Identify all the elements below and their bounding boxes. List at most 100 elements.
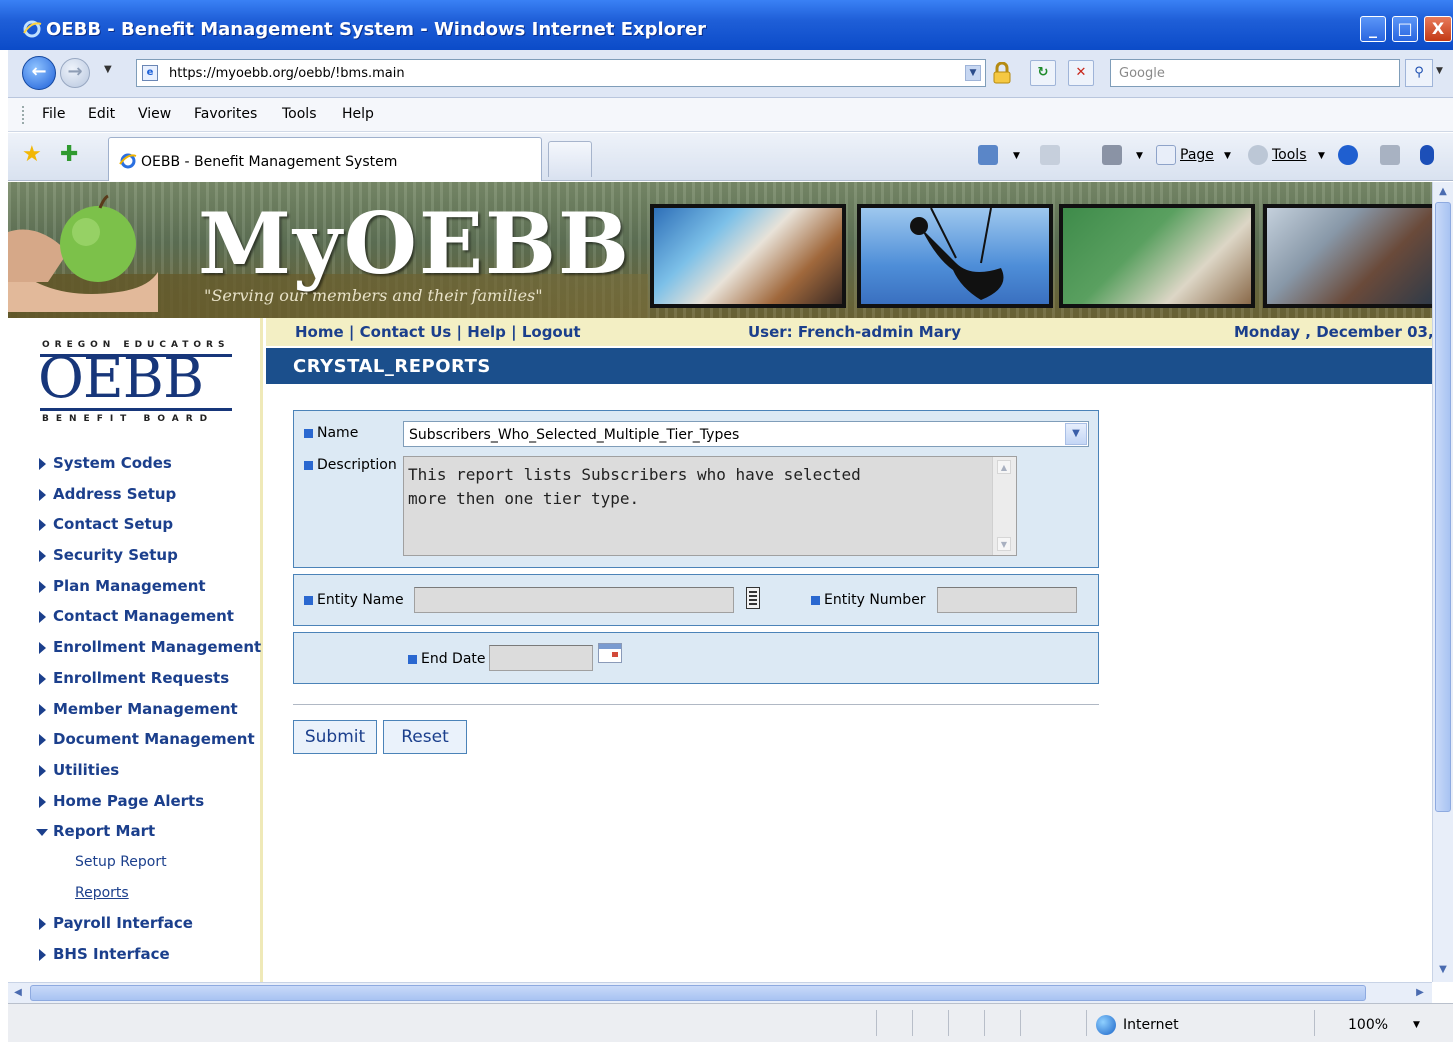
history-dropdown-icon[interactable]: ▼ [104,64,112,75]
sidebar-item-plan-management[interactable]: Plan Management [38,571,263,602]
add-favorites-icon[interactable]: ✚ [60,142,78,167]
expand-arrow-icon [39,734,46,747]
forward-button[interactable]: → [60,58,90,88]
search-icon[interactable]: ⚲ [1405,59,1433,87]
sidebar-item-label: BHS Interface [53,945,170,963]
sidebar-item-report-mart[interactable]: Report Mart [36,816,263,847]
tools-menu[interactable]: Tools [1272,147,1307,163]
brand-oebb-logo: OEBB [38,346,204,411]
menu-tools[interactable]: Tools [282,106,317,122]
zoom-level[interactable]: 100% [1348,1017,1388,1033]
entity-name-field[interactable] [414,587,734,613]
tab-oebb[interactable]: OEBB - Benefit Management System [108,137,542,181]
sidebar-item-payroll-interface[interactable]: Payroll Interface [38,908,263,939]
page-dropdown-icon[interactable]: ▼ [1224,151,1231,161]
sidebar-item-contact-management[interactable]: Contact Management [38,601,263,632]
sidebar-item-document-management[interactable]: Document Management [38,724,263,755]
tools-dropdown-icon[interactable]: ▼ [1318,151,1325,161]
submit-button[interactable]: Submit [293,720,377,754]
bluetooth-icon[interactable] [1420,145,1434,165]
end-date-label: End Date [408,651,486,667]
sidebar-item-enrollment-requests[interactable]: Enrollment Requests [38,663,263,694]
home-link[interactable]: Home [295,323,344,341]
sidebar-item-contact-setup[interactable]: Contact Setup [38,509,263,540]
maximize-button[interactable]: □ [1392,16,1418,42]
sidebar-item-system-codes[interactable]: System Codes [38,448,263,479]
home-icon[interactable] [978,145,998,165]
scroll-up-arrow-icon[interactable]: ▲ [1435,184,1451,200]
search-options-icon[interactable]: ▼ [1436,66,1443,76]
minimize-button[interactable]: _ [1360,16,1386,42]
expand-arrow-icon [39,672,46,685]
help-link[interactable]: Help [467,323,506,341]
back-button[interactable]: ← [22,56,56,90]
url-dropdown-icon[interactable]: ▼ [965,65,981,81]
description-textarea[interactable]: This report lists Subscribers who have s… [403,456,1017,556]
status-separator [1086,1010,1087,1036]
print-dropdown-icon[interactable]: ▼ [1136,151,1143,161]
horizontal-scroll-thumb[interactable] [30,985,1366,1001]
entity-number-field[interactable] [937,587,1077,613]
security-zone[interactable]: Internet [1123,1017,1179,1033]
reset-button[interactable]: Reset [383,720,467,754]
new-tab-button[interactable] [548,141,592,177]
child-painting-photo [650,204,846,308]
calendar-icon[interactable] [598,643,622,663]
sidebar-item-utilities[interactable]: Utilities [38,755,263,786]
scroll-right-arrow-icon[interactable]: ▶ [1412,985,1428,1001]
end-date-field[interactable] [489,645,593,671]
chevron-down-icon[interactable]: ▼ [1065,423,1087,445]
back-arrow-icon: ← [31,61,47,82]
sidebar-item-home-page-alerts[interactable]: Home Page Alerts [38,786,263,817]
zoom-dropdown-icon[interactable]: ▼ [1413,1020,1420,1030]
menu-file[interactable]: File [42,106,65,122]
required-bullet-icon [304,460,313,470]
search-input[interactable]: Google [1110,59,1400,87]
sidebar-item-address-setup[interactable]: Address Setup [38,479,263,510]
feeds-icon[interactable] [1040,145,1060,165]
horizontal-scrollbar[interactable]: ◀ ▶ [8,982,1432,1003]
scroll-down-arrow-icon[interactable]: ▼ [1435,962,1451,978]
url-field[interactable]: e https://myoebb.org/oebb/!bms.main ▼ [136,59,986,87]
page-viewport: MyOEBB "Serving our members and their fa… [8,182,1432,982]
menu-help[interactable]: Help [342,106,374,122]
home-dropdown-icon[interactable]: ▼ [1013,151,1020,161]
research-icon[interactable] [1380,145,1400,165]
menu-edit[interactable]: Edit [88,106,115,122]
sidebar-item-label: Report Mart [53,822,156,841]
sidebar-item-security-setup[interactable]: Security Setup [38,540,263,571]
contact-us-link[interactable]: Contact Us [360,323,452,341]
page-menu-icon[interactable] [1156,145,1176,165]
favorites-star-icon[interactable]: ★ [22,142,42,167]
page-menu[interactable]: Page [1180,147,1214,163]
report-name-select[interactable]: Subscribers_Who_Selected_Multiple_Tier_T… [403,421,1089,447]
help-icon[interactable] [1338,145,1358,165]
scroll-down-icon[interactable]: ▼ [997,537,1011,551]
vertical-scrollbar[interactable]: ▲ ▼ [1432,182,1453,982]
tools-gear-icon[interactable] [1248,145,1268,165]
scroll-up-icon[interactable]: ▲ [997,460,1011,474]
textarea-scrollbar[interactable]: ▲ ▼ [992,457,1016,555]
required-bullet-icon [304,595,313,605]
vertical-scroll-thumb[interactable] [1435,202,1451,812]
top-nav-links: Home | Contact Us | Help | Logout [295,323,581,341]
lookup-list-icon[interactable] [746,587,760,609]
lock-icon[interactable] [993,62,1011,84]
sidebar-item-bhs-interface[interactable]: BHS Interface [38,939,263,970]
menu-view[interactable]: View [138,106,171,122]
sidebar-subitem-reports[interactable]: Reports [38,878,263,909]
stop-icon[interactable]: ✕ [1068,60,1094,86]
current-user: User: French-admin Mary [748,323,961,341]
logout-link[interactable]: Logout [522,323,581,341]
expand-arrow-icon [39,764,46,777]
sidebar-subitem-setup-report[interactable]: Setup Report [38,847,263,878]
menu-favorites[interactable]: Favorites [194,106,257,122]
brand-rule-bottom [40,408,232,411]
expand-arrow-icon [39,458,46,470]
sidebar-item-member-management[interactable]: Member Management [38,694,263,725]
sidebar-item-enrollment-management[interactable]: Enrollment Management [38,632,263,663]
print-icon[interactable] [1102,145,1122,165]
close-button[interactable]: X [1424,16,1452,42]
scroll-left-arrow-icon[interactable]: ◀ [10,985,26,1001]
refresh-icon[interactable]: ↻ [1030,60,1056,86]
